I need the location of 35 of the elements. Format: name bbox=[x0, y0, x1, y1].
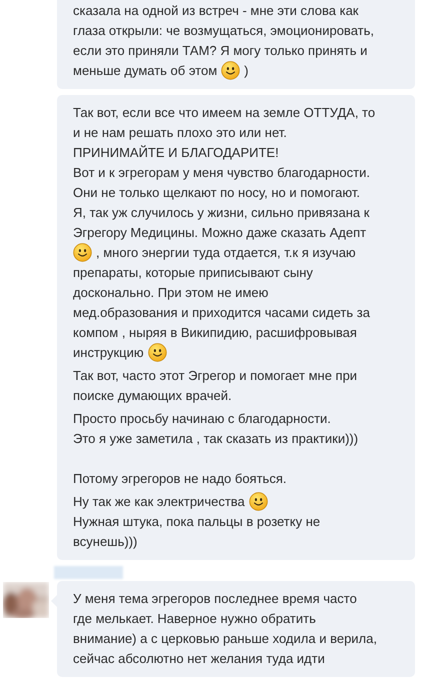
smiley-icon bbox=[248, 492, 268, 510]
message-text: поиске думающих врачей. bbox=[73, 388, 232, 402]
message-text: Я, так уж случилось у жизни, сильно привязана к bbox=[73, 204, 370, 220]
message-text: Вот и к эгрегорам у меня чувство благодарности. bbox=[73, 164, 370, 180]
message-text: глаза открыли: че возмущаться, эмоционировать, bbox=[73, 22, 374, 38]
message-text: меньше думать об этом bbox=[73, 62, 218, 78]
message-text: где мелькает. Наверное нужно обратить bbox=[73, 610, 316, 626]
smiley-icon bbox=[221, 60, 240, 80]
message-text: досконально. При этом не имею bbox=[73, 284, 268, 300]
message-text: Ну так же как электричества bbox=[73, 494, 245, 508]
message-text: , много энергии туда отдается, т.к я изучаю bbox=[96, 244, 356, 260]
message-text: Потому эгрегоров не надо бояться. bbox=[73, 470, 286, 486]
message-text: препараты, которые приписывают сыну bbox=[73, 264, 313, 280]
message-text: внимание) а с церковью раньше ходила и верила, bbox=[73, 630, 377, 646]
message-text: Нужная штука, пока пальцы в розетку не bbox=[73, 514, 320, 528]
message-text: и не нам решать плохо это или нет. bbox=[73, 124, 287, 140]
message-text: инструкцию bbox=[73, 344, 144, 360]
message-text: сейчас абсолютно нет желания туда идти bbox=[73, 650, 325, 666]
message-text: мед.образования и приходится часами сидеть за bbox=[73, 304, 370, 320]
message-text: компом , ныряя в Википидию, расшифровывая bbox=[73, 324, 357, 340]
message-text: сказала на одной из встреч - мне эти слова как bbox=[73, 2, 358, 18]
message-text: У меня тема эгрегоров последнее время часто bbox=[73, 590, 357, 606]
message-text: всунешь))) bbox=[73, 534, 138, 548]
smiley-icon bbox=[148, 342, 167, 362]
message-text: Так вот, если все что имеем на земле ОТТУДА, то bbox=[73, 104, 376, 120]
message-text: Так вот, часто этот Эгрегор и помогает мне при bbox=[73, 368, 358, 382]
smiley-icon bbox=[73, 242, 92, 262]
message-text: ) bbox=[244, 62, 249, 78]
message-text: ПРИНИМАЙТЕ И БЛАГОДАРИТЕ! bbox=[73, 144, 279, 160]
message-text: если это приняли ТАМ? Я могу только принять и bbox=[73, 42, 368, 58]
message-text: Они не только щелкают по носу, но и помогают. bbox=[73, 184, 360, 200]
message-text: Просто просьбу начинаю с благодарности. bbox=[73, 410, 331, 426]
message-text: Эгрегору Медицины. Можно даже сказать Адепт bbox=[73, 224, 366, 240]
message-text: Это я уже заметила , так сказать из практики))) bbox=[73, 430, 358, 446]
blurred-name bbox=[54, 566, 123, 579]
